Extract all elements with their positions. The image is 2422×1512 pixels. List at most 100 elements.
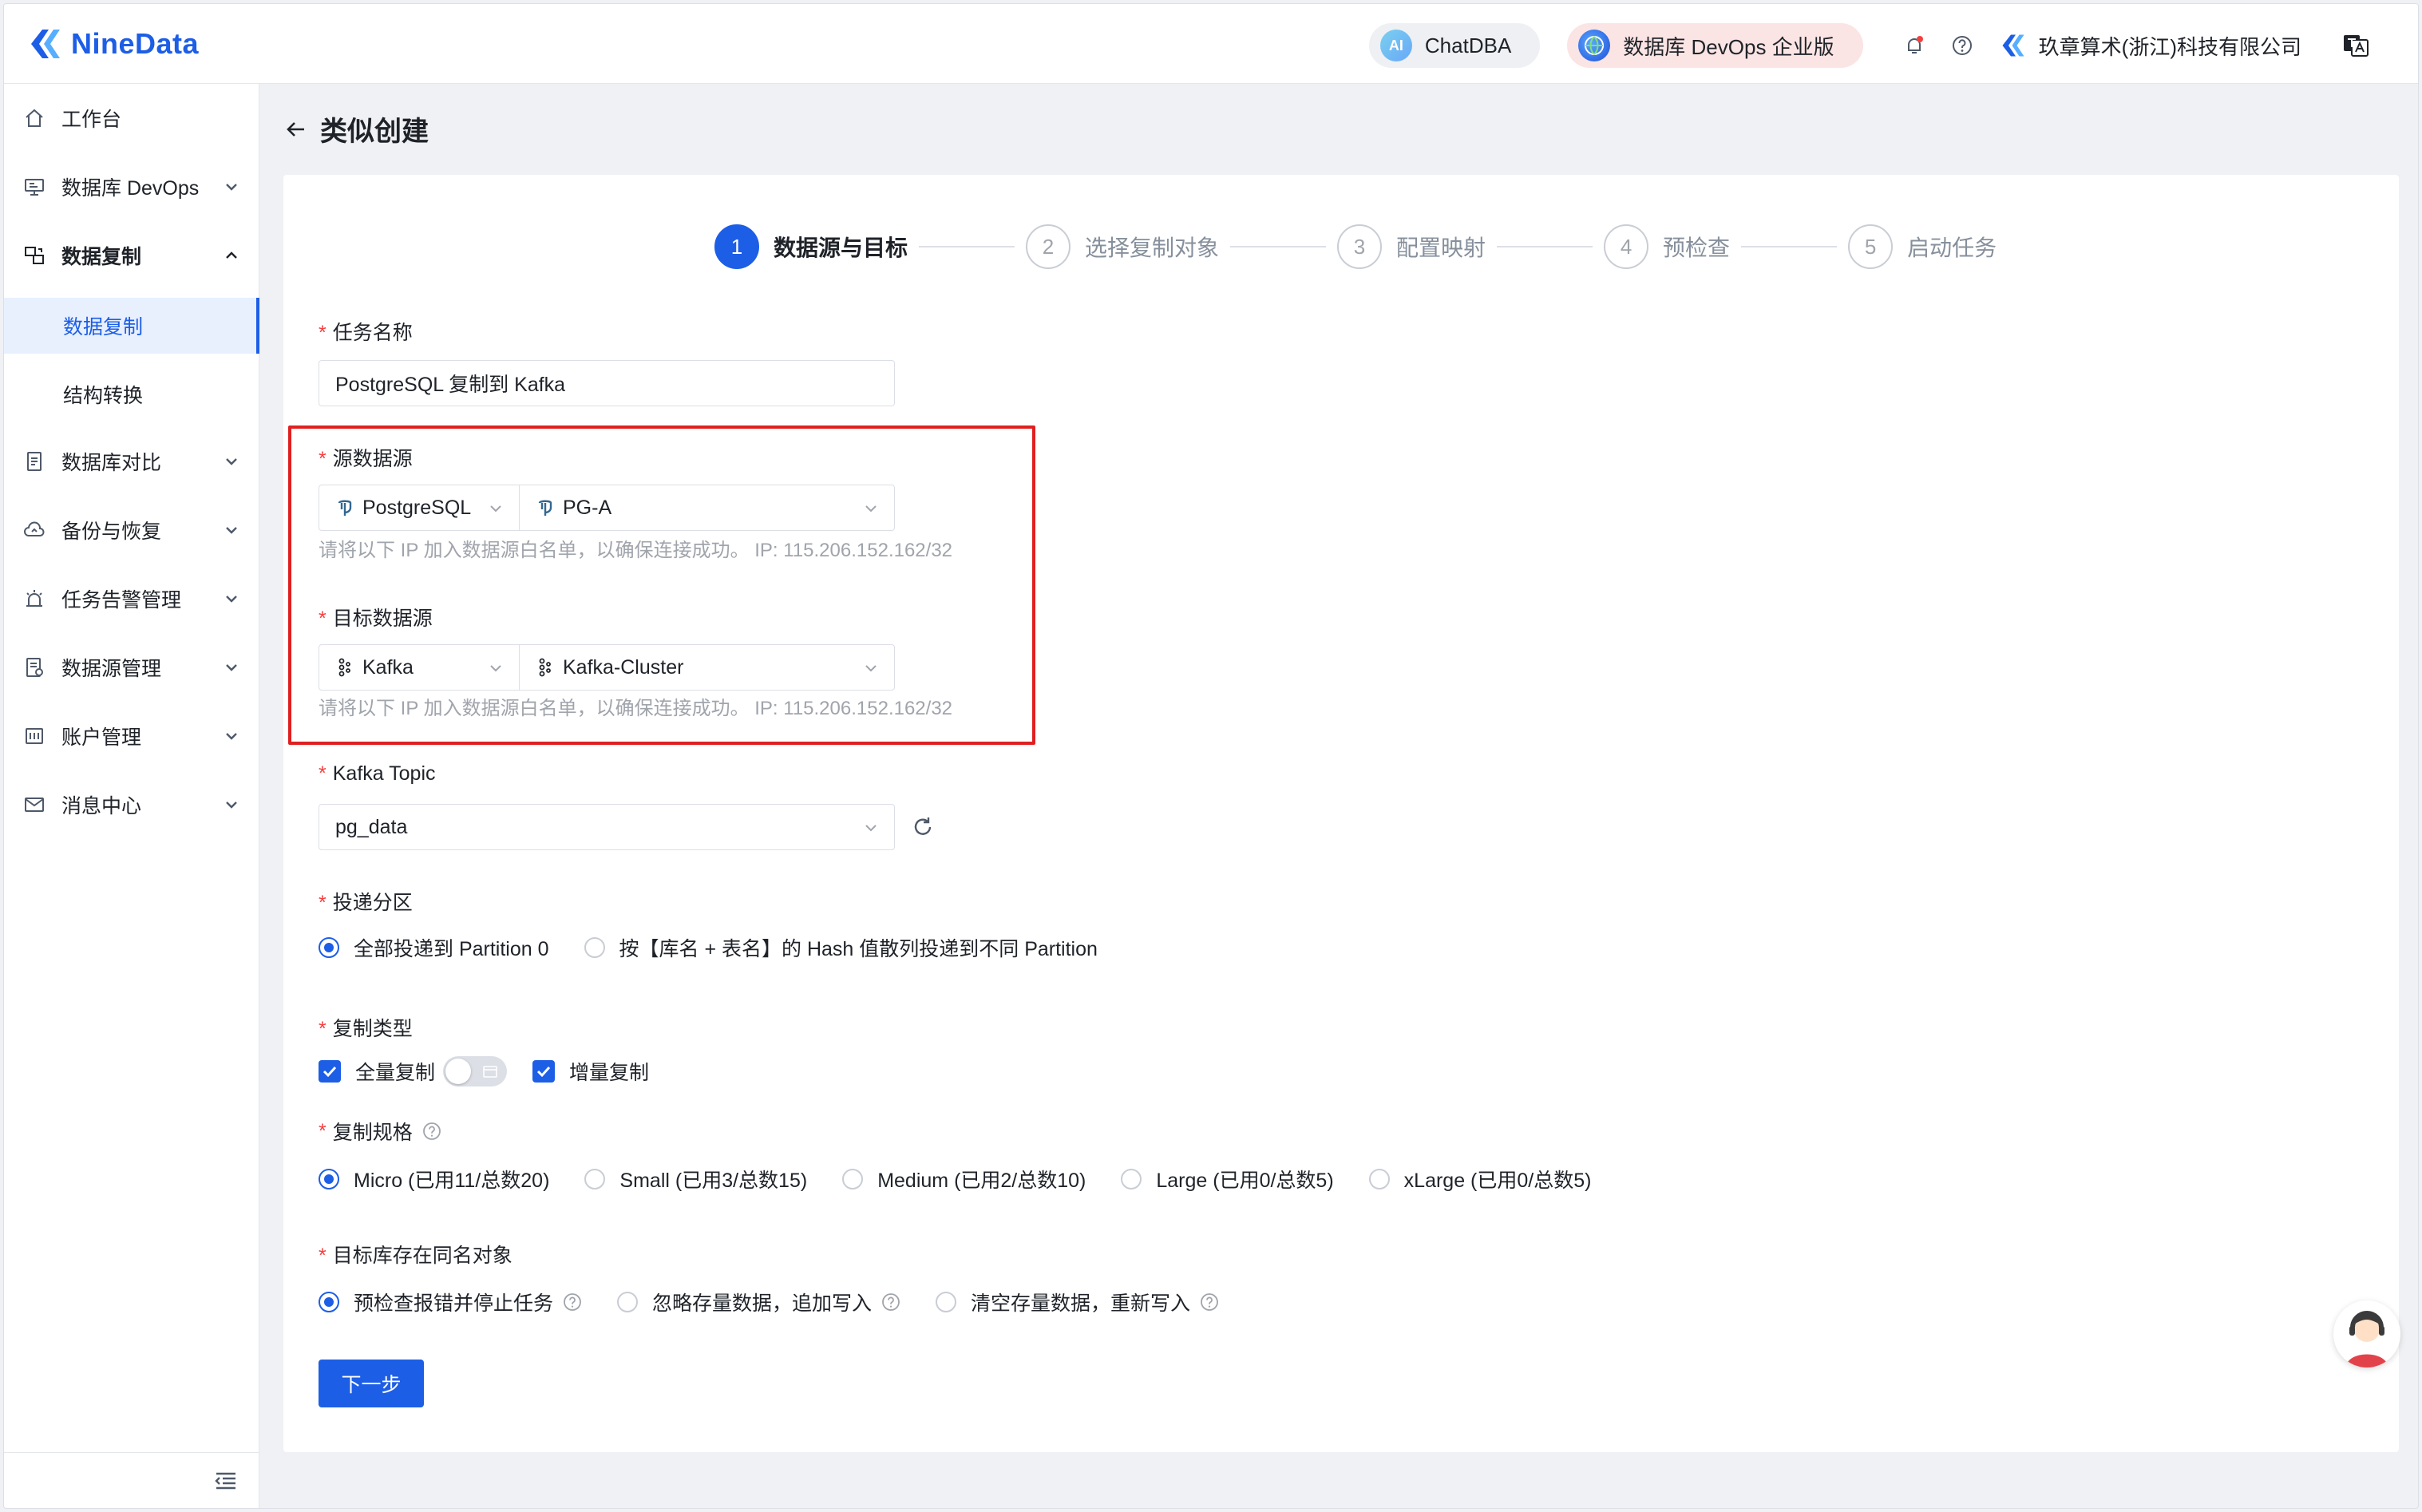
spec-option-large[interactable]: Large (已用0/总数5) [1121, 1165, 1334, 1193]
sidebar-item-message-center[interactable]: 消息中心 [4, 777, 259, 833]
refresh-icon[interactable] [911, 815, 935, 839]
label-text: 复制规格 [332, 1122, 413, 1144]
select-value: pg_data [335, 815, 408, 838]
required-mark: * [319, 762, 326, 785]
target-instance-select[interactable]: Kafka-Cluster [519, 644, 895, 691]
radio-unchecked[interactable] [584, 1169, 606, 1189]
radio-checked[interactable] [319, 1292, 339, 1312]
sidebar-subitem-data-replication[interactable]: 数据复制 [4, 298, 259, 354]
help-circle-icon[interactable] [563, 1292, 582, 1312]
spec-option-micro[interactable]: Micro (已用11/总数20) [319, 1165, 549, 1193]
chevron-down-icon [226, 527, 237, 534]
radio-label: 忽略存量数据，追加写入 [652, 1292, 873, 1315]
same-obj-option-ignore-append[interactable]: 忽略存量数据，追加写入 [617, 1288, 900, 1316]
devops-edition-label: 数据库 DevOps 企业版 [1623, 34, 1834, 59]
copy-type-group: 全量复制 增量复制 [319, 1056, 649, 1087]
source-type-select[interactable]: PostgreSQL [319, 485, 520, 531]
support-assistant-avatar[interactable] [2333, 1300, 2400, 1368]
radio-label: xLarge (已用0/总数5) [1403, 1170, 1592, 1192]
radio-unchecked[interactable] [1368, 1169, 1390, 1189]
step-label: 启动任务 [1907, 236, 1997, 260]
collapse-sidebar-icon[interactable] [213, 1468, 239, 1494]
sidebar-item-data-replication[interactable]: 数据复制 [4, 228, 259, 283]
label-text: Kafka Topic [332, 762, 436, 785]
next-step-button[interactable]: 下一步 [319, 1360, 424, 1407]
radio-label: Small (已用3/总数15) [619, 1170, 808, 1192]
label-text: 目标数据源 [332, 608, 433, 630]
full-copy-checkbox[interactable] [319, 1060, 341, 1083]
sidebar-item-datasource-mgmt[interactable]: 数据源管理 [4, 639, 259, 695]
chevron-down-icon [490, 505, 501, 513]
same-obj-option-clear-rewrite[interactable]: 清空存量数据，重新写入 [936, 1288, 1219, 1316]
chatdba-button[interactable]: AI ChatDBA [1368, 23, 1541, 68]
header-actions: AI ChatDBA 数据库 DevOps 企业版 玖章算术(浙江)科技有限公司 [1368, 23, 2370, 68]
cloud-backup-icon [24, 521, 45, 536]
radio-unchecked[interactable] [617, 1292, 639, 1312]
chevron-down-icon [865, 505, 877, 513]
spec-option-medium[interactable]: Medium (已用2/总数10) [842, 1165, 1086, 1193]
select-value: Kafka-Cluster [563, 655, 684, 679]
radio-label: 预检查报错并停止任务 [354, 1292, 554, 1315]
sidebar-item-workbench[interactable]: 工作台 [4, 90, 259, 146]
organization-switcher[interactable]: 玖章算术(浙江)科技有限公司 [1999, 31, 2301, 61]
app-window: NineData AI ChatDBA 数据库 DevOps 企业版 玖章算术(… [3, 3, 2419, 1509]
spec-option-small[interactable]: Small (已用3/总数15) [584, 1165, 807, 1193]
step-3: 3 配置映射 [1337, 224, 1486, 269]
radio-label: Large (已用0/总数5) [1156, 1170, 1334, 1192]
sidebar-item-backup-restore[interactable]: 备份与恢复 [4, 502, 259, 558]
same-obj-option-precheck-stop[interactable]: 预检查报错并停止任务 [319, 1288, 582, 1316]
radio-unchecked[interactable] [842, 1169, 864, 1189]
source-instance-select[interactable]: PG-A [519, 485, 895, 531]
radio-checked[interactable] [319, 937, 339, 958]
step-4: 4 预检查 [1604, 224, 1730, 269]
kafka-topic-label: * Kafka Topic [319, 762, 436, 786]
step-5: 5 启动任务 [1848, 224, 1997, 269]
radio-label: Medium (已用2/总数10) [877, 1170, 1086, 1192]
step-connector [1497, 246, 1593, 247]
radio-unchecked[interactable] [584, 937, 605, 958]
help-circle-icon[interactable] [1200, 1292, 1219, 1312]
sidebar-item-account-mgmt[interactable]: 账户管理 [4, 708, 259, 764]
chevron-down-icon [865, 665, 877, 672]
select-value: PostgreSQL [362, 496, 472, 519]
target-type-select[interactable]: Kafka [319, 644, 520, 691]
label-text: 复制类型 [332, 1018, 413, 1040]
customer-service-icon [2346, 1311, 2388, 1368]
kafka-topic-select[interactable]: pg_data [319, 804, 895, 850]
full-copy-toggle[interactable] [443, 1056, 508, 1087]
step-label: 选择复制对象 [1085, 236, 1220, 260]
sidebar-item-label: 备份与恢复 [61, 520, 162, 543]
sidebar-item-db-devops[interactable]: 数据库 DevOps [4, 159, 259, 215]
sidebar-divider [4, 1452, 259, 1453]
partition-option-0[interactable]: 全部投递到 Partition 0 [319, 933, 549, 962]
spec-radio-group: Micro (已用11/总数20) Small (已用3/总数15) Mediu… [319, 1165, 1626, 1193]
required-mark: * [319, 892, 326, 914]
radio-unchecked[interactable] [1121, 1169, 1142, 1189]
incremental-copy-checkbox[interactable] [532, 1060, 556, 1083]
brand-logo[interactable]: NineData [26, 23, 199, 65]
bell-icon[interactable] [1903, 34, 1925, 57]
partition-radio-group: 全部投递到 Partition 0 按【库名 + 表名】的 Hash 值散列投递… [319, 933, 1133, 962]
source-ip-hint: 请将以下 IP 加入数据源白名单，以确保连接成功。 IP: 115.206.15… [319, 540, 953, 561]
chevron-down-icon [226, 596, 237, 603]
task-name-input[interactable]: PostgreSQL 复制到 Kafka [319, 360, 895, 406]
back-arrow-icon[interactable] [283, 117, 309, 142]
radio-checked[interactable] [319, 1169, 339, 1189]
step-number: 3 [1337, 224, 1383, 269]
chevron-up-icon [226, 251, 237, 259]
help-icon[interactable] [1951, 34, 1973, 57]
help-circle-icon[interactable] [422, 1122, 441, 1141]
sidebar-item-label: 数据复制 [63, 316, 144, 338]
radio-unchecked[interactable] [936, 1292, 957, 1312]
sidebar-subitem-schema-conversion[interactable]: 结构转换 [4, 366, 259, 422]
sidebar-item-task-alerts[interactable]: 任务告警管理 [4, 571, 259, 627]
spec-option-xlarge[interactable]: xLarge (已用0/总数5) [1368, 1165, 1592, 1193]
sidebar-item-db-compare[interactable]: 数据库对比 [4, 433, 259, 489]
devops-edition-button[interactable]: 数据库 DevOps 企业版 [1567, 23, 1863, 68]
chevron-down-icon [226, 733, 237, 740]
partition-option-hash[interactable]: 按【库名 + 表名】的 Hash 值散列投递到不同 Partition [584, 933, 1098, 962]
language-switch-icon[interactable] [2341, 31, 2370, 60]
help-circle-icon[interactable] [881, 1292, 900, 1312]
step-number: 1 [714, 224, 759, 269]
monitor-icon [25, 179, 44, 196]
